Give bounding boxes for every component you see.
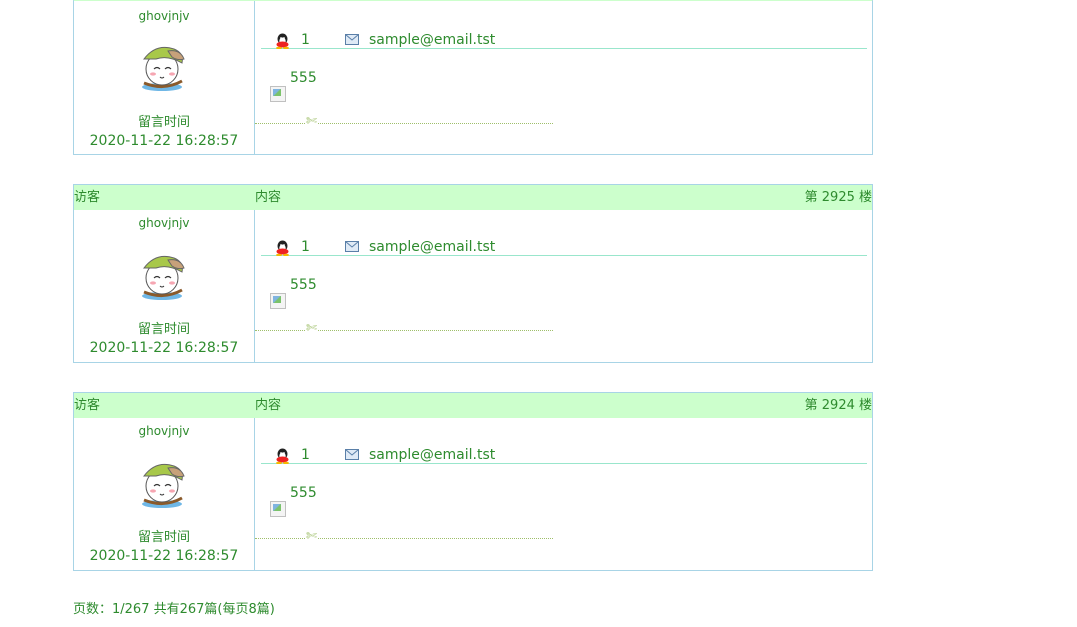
header-visitor-label: 访客	[74, 190, 101, 205]
qq-penguin-icon[interactable]	[275, 240, 290, 256]
message-text: 555	[290, 485, 317, 501]
post-author-column: ghovjnjv 留言时间 2020-11-22 16:28:57	[74, 418, 255, 570]
avatar	[142, 255, 185, 300]
guestbook-post: 访客 内容 第 2924 楼 ghovjnjv 留言时间 2020-11-22 …	[73, 392, 873, 571]
username: ghovjnjv	[138, 424, 190, 438]
email-link[interactable]: sample@email.tst	[369, 236, 495, 258]
floor-number: 第 2925 楼	[804, 190, 872, 205]
post-content-column: 1 sample@email.tst 555 ✄	[255, 1, 872, 154]
avatar	[142, 46, 185, 91]
username: ghovjnjv	[138, 9, 190, 23]
post-time: 2020-11-22 16:28:57	[89, 548, 239, 564]
floor-number: 第 2924 楼	[804, 398, 872, 413]
qq-number: 1	[301, 239, 310, 255]
broken-image-icon	[270, 86, 286, 102]
qq-penguin-icon[interactable]	[275, 33, 290, 49]
qq-number: 1	[301, 32, 310, 48]
contact-row: 1 sample@email.tst	[261, 444, 867, 464]
scissors-icon: ✄	[305, 321, 318, 336]
scissors-icon: ✄	[305, 114, 318, 129]
message-text: 555	[290, 277, 317, 293]
header-content-label: 内容	[255, 398, 282, 413]
post-content-column: 1 sample@email.tst 555 ✄	[255, 418, 872, 570]
header-visitor-label: 访客	[74, 398, 101, 413]
time-label: 留言时间	[137, 322, 190, 337]
message-text: 555	[290, 70, 317, 86]
contact-row: 1 sample@email.tst	[261, 236, 867, 256]
username: ghovjnjv	[138, 216, 190, 230]
time-label: 留言时间	[137, 115, 190, 130]
post-body: ghovjnjv 留言时间 2020-11-22 16:28:57 1 samp…	[74, 210, 872, 362]
envelope-icon[interactable]	[345, 241, 359, 252]
post-header: 访客 内容 第 2924 楼	[74, 393, 872, 418]
guestbook-post: 访客 内容 第 2925 楼 ghovjnjv 留言时间 2020-11-22 …	[73, 184, 873, 363]
post-time: 2020-11-22 16:28:57	[89, 340, 239, 356]
broken-image-icon	[270, 501, 286, 517]
post-header: 访客 内容 第 2925 楼	[74, 185, 872, 210]
post-author-column: ghovjnjv 留言时间 2020-11-22 16:28:57	[74, 210, 255, 362]
post-body: ghovjnjv 留言时间 2020-11-22 16:28:57 1 samp…	[74, 418, 872, 570]
email-link[interactable]: sample@email.tst	[369, 29, 495, 51]
scissor-divider	[255, 330, 553, 331]
header-content-label: 内容	[255, 190, 282, 205]
post-body: ghovjnjv 留言时间 2020-11-22 16:28:57 1 samp…	[74, 1, 872, 154]
broken-image-icon	[270, 293, 286, 309]
email-link[interactable]: sample@email.tst	[369, 444, 495, 466]
time-label: 留言时间	[137, 530, 190, 545]
post-time: 2020-11-22 16:28:57	[89, 133, 239, 149]
qq-number: 1	[301, 447, 310, 463]
qq-penguin-icon[interactable]	[275, 448, 290, 464]
post-author-column: ghovjnjv 留言时间 2020-11-22 16:28:57	[74, 1, 255, 154]
scissors-icon: ✄	[305, 529, 318, 544]
envelope-icon[interactable]	[345, 449, 359, 460]
guestbook-post: ghovjnjv 留言时间 2020-11-22 16:28:57 1 samp…	[73, 0, 873, 155]
scissor-divider	[255, 123, 553, 124]
contact-row: 1 sample@email.tst	[261, 29, 867, 49]
pagination-info: 页数：1/267 共有267篇(每页8篇)	[73, 602, 275, 617]
post-content-column: 1 sample@email.tst 555 ✄	[255, 210, 872, 362]
envelope-icon[interactable]	[345, 34, 359, 45]
avatar	[142, 463, 185, 508]
scissor-divider	[255, 538, 553, 539]
